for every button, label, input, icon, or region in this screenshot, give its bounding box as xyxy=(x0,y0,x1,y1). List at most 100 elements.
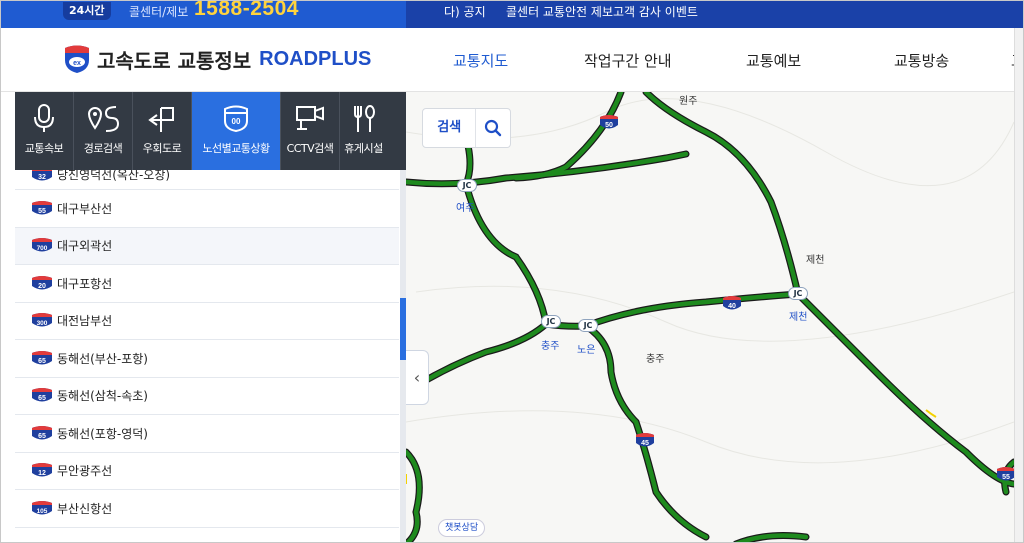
route-list-item[interactable]: 55 대구부산선 xyxy=(15,190,399,228)
route-list-item[interactable]: 700 대구외곽선 xyxy=(15,227,399,265)
tab-label: 경로검색 xyxy=(83,142,123,155)
route-shield-icon: 700 xyxy=(32,238,52,252)
junction-marker[interactable]: JC xyxy=(541,315,561,328)
svg-text:ex: ex xyxy=(73,60,81,67)
route-shield-icon: 65 xyxy=(32,350,52,365)
route-list-item[interactable]: 20 대구포항선 xyxy=(15,265,399,303)
tab-route-status[interactable]: 00 노선별교통상황 xyxy=(192,92,281,170)
route-name: 대구부산선 xyxy=(57,201,113,216)
site-logo[interactable]: ex 고속도로 교통정보 ROADPLUS xyxy=(63,44,371,74)
map-ic-label: 충주 xyxy=(541,341,560,352)
route-shield-icon: 00 xyxy=(224,105,248,132)
svg-text:55: 55 xyxy=(1002,474,1010,481)
route-list-item[interactable]: 65 동해선(삼척-속초) xyxy=(15,378,399,415)
tab-route-search[interactable]: 경로검색 xyxy=(74,92,133,170)
tab-traffic-news[interactable]: 교통속보 xyxy=(15,92,74,170)
route-number: 55 xyxy=(38,208,46,215)
route-name: 부산신항선 xyxy=(57,501,113,516)
chevron-left-icon: ‹ xyxy=(413,368,421,387)
route-shield-icon: 55 xyxy=(32,200,52,215)
route-list-item[interactable]: 32 당진영덕선(옥산-오창) xyxy=(15,170,399,190)
junction-marker[interactable]: JC xyxy=(788,287,808,300)
svg-text:50: 50 xyxy=(605,122,613,129)
route-number: 65 xyxy=(38,358,46,365)
route-name: 대전남부선 xyxy=(57,314,113,329)
svg-text:45: 45 xyxy=(641,440,649,447)
route-list-item[interactable]: 12 무안광주선 xyxy=(15,453,399,490)
tab-rest-areas[interactable]: 휴게시설 xyxy=(340,92,387,170)
detour-arrow-icon xyxy=(148,107,174,132)
tab-label: CCTV검색 xyxy=(286,142,334,155)
map-search-box: 검색 xyxy=(422,108,511,148)
map-place-label: 제천 xyxy=(806,255,825,266)
route-shield-icon: 32 xyxy=(32,170,52,181)
tab-label: 노선별교통상황 xyxy=(202,142,270,155)
route-shield-icon: 65 xyxy=(32,388,52,402)
route-number: 65 xyxy=(38,433,46,440)
svg-text:00: 00 xyxy=(232,117,241,126)
route-shield-icon: 55 xyxy=(997,467,1014,481)
junction-marker[interactable]: JC xyxy=(578,319,598,332)
route-name: 대구외곽선 xyxy=(57,239,113,254)
call-center-phone[interactable]: 1588-2504 xyxy=(194,1,299,21)
tab-label: 우회도로 xyxy=(142,142,182,155)
call-center-label: 콜센터/제보 xyxy=(129,5,189,19)
logo-title: 고속도로 교통정보 xyxy=(97,48,252,73)
hours-badge: 24시간 xyxy=(63,2,111,20)
route-name: 동해선(부산-포항) xyxy=(57,351,148,366)
route-list-item[interactable]: 105 부산신항선 xyxy=(15,490,399,528)
traffic-map[interactable]: 원주 제천 충주 여주 충주 노은 제천 JC JC JC JC 50 40 4… xyxy=(406,92,1014,542)
route-shield-icon: 12 xyxy=(32,463,52,477)
route-shield-icon: 105 xyxy=(32,500,52,515)
side-panel: 교통속보 경로검색 우회도로 00 노선별교통상황 CCTV검색 휴게시설 32… xyxy=(15,92,406,542)
map-ic-label: 여주 xyxy=(456,203,475,214)
search-icon[interactable] xyxy=(476,119,510,137)
route-list-item[interactable]: 65 동해선(포항-영덕) xyxy=(15,415,399,453)
junction-marker[interactable]: JC xyxy=(457,179,477,192)
notice-area: 다) 공지 콜센터 교통안전 제보고객 감사 이벤트 xyxy=(406,1,1023,28)
route-number: 20 xyxy=(38,283,46,290)
nav-traffic-map[interactable]: 교통지도 xyxy=(453,50,508,71)
app-window: 24시간 콜센터/제보 1588-2504 다) 공지 콜센터 교통안전 제보고… xyxy=(0,0,1024,543)
route-list[interactable]: 32 당진영덕선(옥산-오창) 55 대구부산선 700 대구외곽선 20 대구포항선 300 대… xyxy=(15,170,399,542)
tab-label: 휴게시설 xyxy=(344,142,383,155)
route-name: 동해선(포항-영덕) xyxy=(57,426,148,441)
route-shield-icon: 40 xyxy=(723,296,741,310)
panel-collapse-button[interactable]: ‹ xyxy=(406,350,429,405)
cctv-icon xyxy=(296,106,324,130)
fork-spoon-icon xyxy=(353,105,375,132)
route-name: 당진영덕선(옥산-오창) xyxy=(57,170,171,182)
notice-link[interactable]: 콜센터 교통안전 제보고객 감사 이벤트 xyxy=(506,3,698,20)
notice-tag: 다) 공지 xyxy=(444,5,486,19)
route-number: 700 xyxy=(37,245,48,252)
window-scrollbar[interactable] xyxy=(1014,28,1023,542)
route-shield-icon: 45 xyxy=(636,433,654,447)
announcement-bar: 24시간 콜센터/제보 1588-2504 다) 공지 콜센터 교통안전 제보고… xyxy=(1,1,1023,28)
search-button[interactable]: 검색 xyxy=(423,109,477,147)
nav-work-zones[interactable]: 작업구간 안내 xyxy=(584,50,672,71)
route-name: 대구포항선 xyxy=(57,276,113,291)
route-shield-icon: 300 xyxy=(32,313,52,327)
nav-traffic-broadcast[interactable]: 교통방송 xyxy=(894,50,949,71)
route-list-item[interactable]: 300 대전남부선 xyxy=(15,303,399,340)
tab-label: 교통속보 xyxy=(24,142,64,155)
map-place-label: 원주 xyxy=(679,96,698,107)
microphone-icon xyxy=(34,104,54,132)
route-shield-icon: 65 xyxy=(32,425,52,440)
route-name: 무안광주선 xyxy=(57,464,113,479)
road-network xyxy=(406,92,1014,542)
chatbot-button[interactable]: 챗봇상담 xyxy=(438,519,486,537)
tab-detour[interactable]: 우회도로 xyxy=(133,92,192,170)
route-number: 12 xyxy=(38,470,46,477)
route-number: 300 xyxy=(37,320,48,327)
nav-traffic-forecast[interactable]: 교통예보 xyxy=(746,50,801,71)
route-shield-icon: 20 xyxy=(32,275,52,290)
route-number: 105 xyxy=(37,508,48,515)
logo-brand: ROADPLUS xyxy=(259,47,372,70)
route-number: 32 xyxy=(38,174,46,181)
map-place-label: 충주 xyxy=(646,354,665,365)
route-pin-icon xyxy=(87,106,120,132)
tab-cctv-search[interactable]: CCTV검색 xyxy=(281,92,340,170)
route-list-item[interactable]: 65 동해선(부산-포항) xyxy=(15,340,399,378)
site-header: ex 고속도로 교통정보 ROADPLUS 교통지도 작업구간 안내 교통예보 … xyxy=(1,28,1023,92)
